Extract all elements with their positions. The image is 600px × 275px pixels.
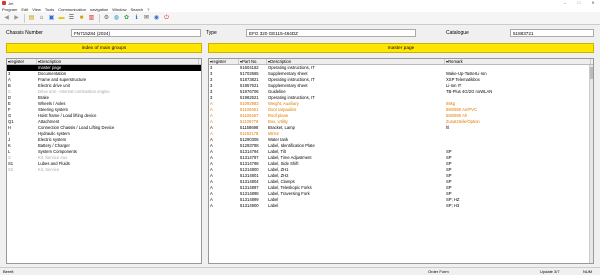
info-icon[interactable]: ℹ [132,14,141,23]
menu-edit[interactable]: Edit [21,7,28,12]
chassis-row: Chassis Number FN715284 (2024) [6,29,201,37]
menu-help[interactable]: ? [147,7,149,12]
catalogue-field[interactable]: 51883721 [510,29,594,37]
mail-icon[interactable]: ✉ [142,14,151,23]
toolbar-separator [99,13,100,23]
left-panel-title: index of main groups [6,43,202,53]
status-update: Update 3/7 [540,269,560,274]
status-order-form: Order Form [428,269,449,274]
open-icon[interactable]: ▤ [27,14,36,23]
network-icon[interactable]: ✿ [122,14,131,23]
chassis-label: Chassis Number [6,30,43,36]
cart-icon[interactable]: ▣ [47,14,56,23]
part-description: Label [268,203,279,208]
status-num: NUM [583,269,593,274]
menu-program[interactable]: Program [2,7,17,12]
globe-icon[interactable]: ◍ [112,14,121,23]
chassis-number-field[interactable]: FN715284 (2024) [71,29,201,37]
menu-view[interactable]: View [32,7,41,12]
col-part-no[interactable]: ▾Part No. [239,59,267,64]
toolbar-separator [24,13,25,23]
main-groups-grid: ▾register ▾Description master page 3 Docum… [6,58,202,264]
right-panel-title: master page [208,43,594,53]
part-number: 51314900 [240,203,259,208]
right-grid-body: 3 51604162 Operating instructions, IT 3 5170… [209,65,593,209]
toolbar: ◀ ▶ ▤ ⌂ ▣ ▬ ☰ ■ ▥ ⚙ ◍ ✿ ℹ ✉ ◉ ⏻ [0,12,600,25]
right-scrollbar[interactable] [589,65,593,263]
status-text: Bereit [3,269,14,274]
col-description[interactable]: ▾Description [37,59,199,64]
menu-communication[interactable]: Communication [58,7,86,12]
col-remark[interactable]: ▾Remark [445,59,591,64]
group-description: Kit, Service [38,167,60,172]
menu-tools[interactable]: Tools [45,7,54,12]
left-grid-body: master page 3 Documentation A Frame and supe… [7,65,201,173]
note-icon[interactable]: ▬ [57,14,66,23]
part-register: A [210,203,213,208]
home-icon[interactable]: ⌂ [37,14,46,23]
status-bar: Bereit Order Form Update 3/7 NUM [0,267,600,275]
menu-window[interactable]: Window [112,7,126,12]
type-row: Type EFG 320 GE115-464DZ [206,29,416,37]
col-description[interactable]: ▾Description [267,59,445,64]
app-icon [2,1,6,5]
catalogue-label: Catalogue [446,30,469,36]
back-icon[interactable]: ◀ [2,14,11,23]
exit-icon[interactable]: ⏻ [162,14,171,23]
gear-icon[interactable]: ⚙ [102,14,111,23]
col-register[interactable]: ▾register [209,59,239,64]
truck-icon[interactable]: ■ [77,14,86,23]
chart-icon[interactable]: ▥ [87,14,96,23]
web-icon[interactable]: ◉ [152,14,161,23]
part-row[interactable]: A 51314900 Label SP; H3 [209,203,593,209]
main-group-row[interactable]: S2 Kit, Service [7,167,201,173]
type-field[interactable]: EFG 320 GE115-464DZ [246,29,416,37]
parts-grid: ▾register ▾Part No. ▾Description ▾Remark… [208,58,594,264]
list-icon[interactable]: ☰ [67,14,76,23]
group-register: S2 [8,167,14,172]
menu-navigation[interactable]: navigation [90,7,108,12]
forward-icon[interactable]: ▶ [12,14,21,23]
col-register[interactable]: ▾register [7,59,37,64]
scroll-thumb[interactable] [590,67,593,79]
part-remark: SP; H3 [446,203,460,208]
window-title: Jet [8,0,14,6]
menu-search[interactable]: Search [130,7,143,12]
type-label: Type [206,30,217,36]
catalogue-row: Catalogue 51883721 [446,29,594,37]
